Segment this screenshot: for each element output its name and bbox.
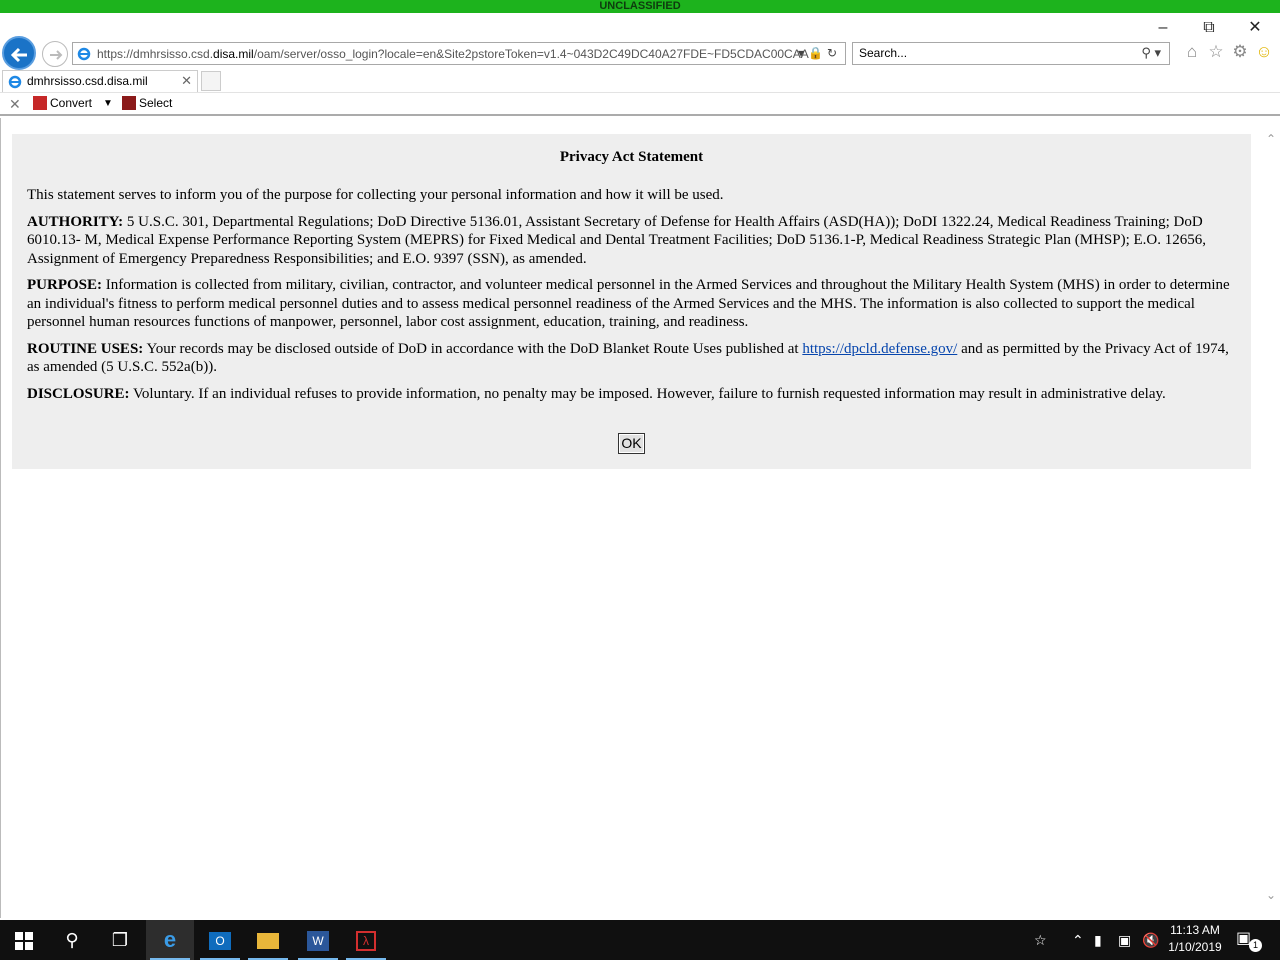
address-tools: ▾🔒↻	[798, 46, 841, 60]
internet-explorer-icon[interactable]: e	[146, 920, 194, 960]
new-tab-button[interactable]	[201, 71, 221, 91]
internet-explorer-icon	[77, 47, 91, 61]
dialog-body[interactable]: This statement serves to inform you of t…	[27, 186, 1237, 416]
dropdown-icon[interactable]: ▾	[798, 46, 808, 60]
start-icon[interactable]	[0, 920, 48, 960]
search-icon[interactable]: ⚲	[48, 920, 96, 960]
minimize-icon[interactable]: –	[1140, 16, 1186, 40]
address-bar[interactable]: https://dmhrsisso.csd.disa.mil/oam/serve…	[72, 42, 846, 65]
close-toolbar-icon[interactable]: ✕	[9, 96, 21, 113]
power-icon[interactable]: ▮	[1094, 920, 1102, 960]
browser-tools: ⌂ ☆ ⚙ ☺	[1180, 42, 1276, 62]
notification-count: 1	[1249, 939, 1262, 952]
classification-banner: UNCLASSIFIED	[0, 0, 1280, 13]
scroll-down-icon[interactable]: ⌄	[1266, 888, 1276, 902]
dialog-title: Privacy Act Statement	[559, 149, 704, 165]
lock-icon[interactable]: 🔒	[808, 46, 827, 60]
search-icon[interactable]: ⚲ ▾	[1141, 45, 1161, 61]
restore-icon[interactable]: ⧉	[1186, 16, 1232, 40]
file-explorer-icon[interactable]	[244, 920, 292, 960]
volume-muted-icon[interactable]: 🔇	[1142, 920, 1159, 960]
forward-arrow-icon	[50, 50, 63, 60]
tab-title: dmhrsisso.csd.disa.mil	[27, 74, 148, 88]
scroll-up-icon[interactable]: ⌃	[1266, 132, 1276, 146]
network-icon[interactable]: ▣	[1118, 920, 1131, 960]
system-clock[interactable]: 11:13 AM 1/10/2019	[1160, 922, 1230, 956]
action-center-icon[interactable]: ▣ 1	[1236, 928, 1262, 952]
smiley-feedback-icon[interactable]: ☺	[1252, 42, 1276, 62]
forward-button[interactable]	[42, 41, 68, 67]
search-input[interactable]	[859, 46, 1119, 60]
authority-paragraph: AUTHORITY: 5 U.S.C. 301, Departmental Re…	[27, 213, 1206, 267]
taskbar: ⚲ ❐ e O W λ ☆ ⌃ ▮ ▣ 🔇 11:13 AM 1/10/2019…	[0, 920, 1280, 960]
back-arrow-icon	[10, 47, 27, 63]
task-view-icon[interactable]: ❐	[96, 920, 144, 960]
select-button[interactable]: Select	[122, 96, 172, 110]
back-button[interactable]	[2, 36, 36, 70]
search-box[interactable]: ⚲ ▾	[852, 42, 1170, 65]
convert-button[interactable]: Convert	[33, 96, 92, 110]
refresh-icon[interactable]: ↻	[827, 46, 841, 60]
convert-dropdown-icon[interactable]: ▼	[103, 98, 113, 109]
home-icon[interactable]: ⌂	[1180, 42, 1204, 62]
ok-button[interactable]: OK	[618, 433, 645, 454]
pdf-select-icon	[122, 96, 136, 110]
pdf-convert-icon	[33, 96, 47, 110]
purpose-paragraph: PURPOSE: Information is collected from m…	[27, 277, 1230, 330]
page-scrollbar[interactable]: ⌃ ⌄	[1262, 118, 1280, 918]
show-hidden-icons-icon[interactable]: ⌃	[1072, 920, 1084, 960]
browser-tab[interactable]: dmhrsisso.csd.disa.mil ✕	[2, 70, 198, 92]
clock-time: 11:13 AM	[1170, 923, 1220, 937]
internet-explorer-icon	[8, 75, 22, 89]
settings-gear-icon[interactable]: ⚙	[1228, 42, 1252, 62]
close-icon[interactable]: ✕	[1232, 16, 1278, 40]
clock-date: 1/10/2019	[1168, 940, 1222, 954]
dpcld-link[interactable]: https://dpcld.defense.gov/	[802, 341, 957, 357]
disclosure-paragraph: DISCLOSURE: Voluntary. If an individual …	[27, 385, 1166, 402]
tab-close-icon[interactable]: ✕	[181, 73, 192, 89]
routine-uses-paragraph: ROUTINE USES: Your records may be disclo…	[27, 340, 1229, 376]
favorites-star-icon[interactable]: ☆	[1204, 42, 1228, 62]
word-icon[interactable]: W	[294, 920, 342, 960]
intro-paragraph: This statement serves to inform you of t…	[27, 187, 724, 203]
outlook-icon[interactable]: O	[196, 920, 244, 960]
acrobat-icon[interactable]: λ	[342, 920, 390, 960]
people-icon[interactable]: ☆	[1034, 920, 1047, 960]
privacy-act-dialog: Privacy Act Statement This statement ser…	[12, 134, 1251, 469]
command-bar: ✕ Convert ▼ Select	[0, 92, 1280, 116]
address-url: https://dmhrsisso.csd.disa.mil/oam/serve…	[97, 47, 809, 61]
